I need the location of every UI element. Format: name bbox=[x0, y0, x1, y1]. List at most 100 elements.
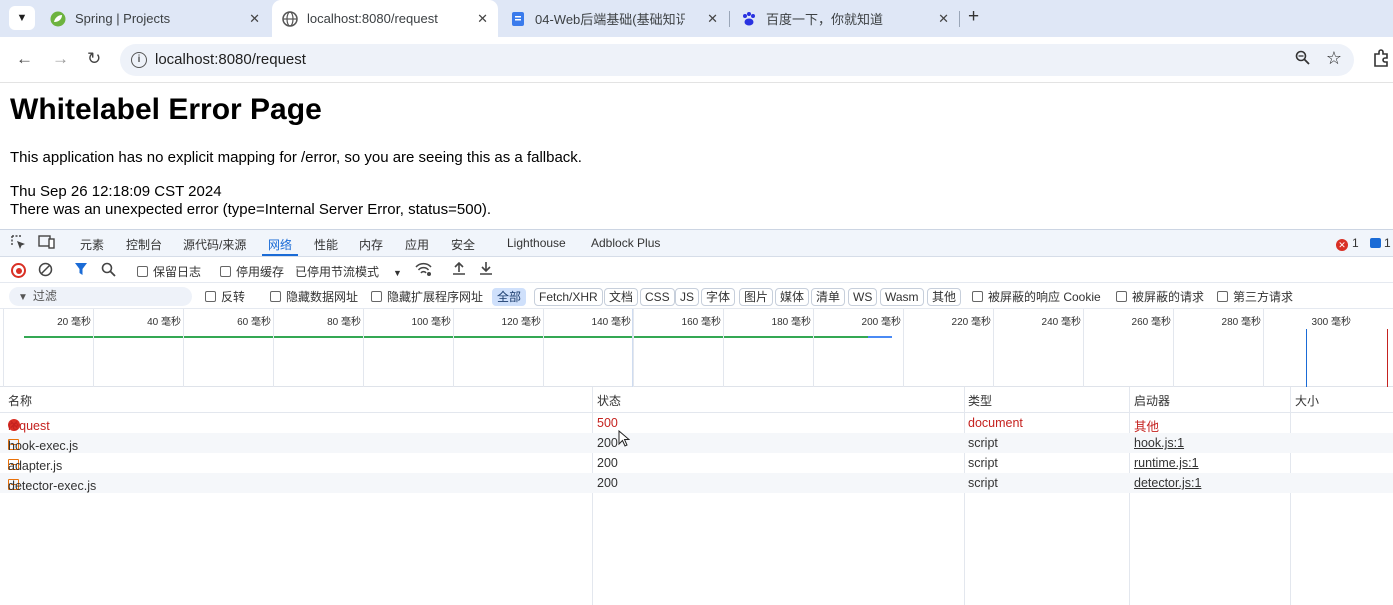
timeline-tick-label: 260 毫秒 bbox=[1131, 317, 1171, 328]
tab-search-button[interactable]: ▼ bbox=[9, 6, 35, 30]
initiator-link[interactable]: detector.js:1 bbox=[1134, 476, 1201, 490]
tab-title: Spring | Projects bbox=[75, 11, 171, 26]
column-header-name[interactable]: 名称 bbox=[8, 392, 32, 409]
console-error-count[interactable]: ✕ 1 bbox=[1336, 236, 1359, 251]
status-cell: 500 bbox=[597, 416, 618, 430]
filter-chip-ws[interactable]: WS bbox=[848, 288, 878, 306]
filter-chip-wasm[interactable]: Wasm bbox=[880, 288, 924, 306]
column-header-size[interactable]: 大小 bbox=[1295, 392, 1319, 409]
column-header-status[interactable]: 状态 bbox=[597, 392, 621, 409]
hide-data-urls-checkbox[interactable]: 隐藏数据网址 bbox=[270, 288, 358, 305]
filter-chip-fetch-xhr[interactable]: Fetch/XHR bbox=[534, 288, 603, 306]
preserve-log-checkbox[interactable]: 保留日志 bbox=[137, 263, 201, 280]
device-toolbar-icon[interactable] bbox=[38, 235, 55, 252]
throttling-value: 已停用节流模式 bbox=[295, 265, 380, 279]
filter-chip-other[interactable]: 其他 bbox=[927, 288, 962, 306]
filter-placeholder: 过滤 bbox=[32, 289, 57, 303]
devtools-tab-memory[interactable]: 内存 bbox=[359, 236, 383, 253]
devtools-tab-security[interactable]: 安全 bbox=[451, 236, 475, 253]
filter-chip-media[interactable]: 媒体 bbox=[775, 288, 810, 306]
disable-cache-checkbox[interactable]: 停用缓存 bbox=[220, 263, 284, 280]
filter-funnel-icon[interactable] bbox=[74, 262, 88, 279]
inspect-element-icon[interactable] bbox=[11, 235, 26, 253]
filter-chip-manifest[interactable]: 清单 bbox=[811, 288, 846, 306]
initiator-link[interactable]: runtime.js:1 bbox=[1134, 456, 1199, 470]
record-stop-icon[interactable] bbox=[11, 263, 26, 278]
devtools-tab-elements[interactable]: 元素 bbox=[80, 236, 104, 253]
network-timeline-overview[interactable]: 20 毫秒 40 毫秒 60 毫秒 80 毫秒 100 毫秒 120 毫秒 140 毫秒 16… bbox=[0, 309, 1393, 387]
baidu-paw-icon bbox=[741, 11, 757, 27]
console-message-count[interactable]: 1 bbox=[1370, 236, 1391, 250]
throttling-select[interactable]: 已停用节流模式 ▼ bbox=[295, 263, 402, 280]
devtools-tab-sources[interactable]: 源代码/来源 bbox=[183, 236, 246, 253]
filter-chip-all[interactable]: 全部 bbox=[492, 288, 527, 306]
request-name: adapter.js bbox=[8, 459, 63, 473]
close-icon[interactable]: ✕ bbox=[938, 11, 949, 27]
filter-chip-font[interactable]: 字体 bbox=[701, 288, 736, 306]
search-icon[interactable] bbox=[101, 262, 116, 280]
devtools-tab-performance[interactable]: 性能 bbox=[314, 236, 338, 253]
timeline-tick-label: 100 毫秒 bbox=[411, 317, 451, 328]
filter-chip-img[interactable]: 图片 bbox=[739, 288, 774, 306]
devtools-tab-console[interactable]: 控制台 bbox=[126, 236, 162, 253]
devtools-tab-network[interactable]: 网络 bbox=[268, 236, 292, 253]
table-row[interactable]: detector-exec.js 200 script detector.js:… bbox=[0, 473, 1393, 493]
table-row[interactable]: adapter.js 200 script runtime.js:1 bbox=[0, 453, 1393, 473]
filter-chip-js[interactable]: JS bbox=[675, 288, 700, 306]
reload-icon[interactable]: ↻ bbox=[87, 49, 101, 69]
close-icon[interactable]: ✕ bbox=[707, 11, 718, 27]
devtools-tab-lighthouse[interactable]: Lighthouse bbox=[507, 236, 566, 250]
third-party-checkbox[interactable]: 第三方请求 bbox=[1217, 288, 1293, 305]
tab-web-backend-doc[interactable]: 04-Web后端基础(基础知识) - ✕ bbox=[500, 0, 728, 37]
tab-title: 04-Web后端基础(基础知识) - bbox=[535, 12, 685, 27]
devtools-panel: 元素 控制台 源代码/来源 网络 性能 内存 应用 安全 Lighthouse … bbox=[0, 229, 1393, 605]
devtools-tab-adblock-plus[interactable]: Adblock Plus bbox=[591, 236, 660, 250]
column-header-type[interactable]: 类型 bbox=[968, 392, 992, 409]
hide-ext-urls-checkbox[interactable]: 隐藏扩展程序网址 bbox=[371, 288, 483, 305]
import-har-icon[interactable] bbox=[452, 261, 466, 279]
export-har-icon[interactable] bbox=[479, 261, 493, 279]
devtools-tab-application[interactable]: 应用 bbox=[405, 236, 429, 253]
close-icon[interactable]: ✕ bbox=[477, 11, 488, 27]
type-cell: script bbox=[968, 476, 998, 490]
filter-input[interactable]: ▼ 过滤 bbox=[9, 287, 192, 306]
disable-cache-label: 停用缓存 bbox=[236, 265, 285, 279]
url-text[interactable]: localhost:8080/request bbox=[155, 51, 306, 68]
blocked-cookies-checkbox[interactable]: 被屏蔽的响应 Cookie bbox=[972, 288, 1101, 305]
new-tab-button[interactable]: + bbox=[968, 6, 979, 28]
checkbox-box bbox=[205, 291, 216, 302]
forward-icon[interactable]: → bbox=[52, 49, 69, 69]
chevron-down-icon: ▼ bbox=[16, 12, 28, 24]
active-tab-indicator bbox=[262, 254, 298, 256]
error-count-value: 1 bbox=[1352, 236, 1359, 250]
network-conditions-icon[interactable] bbox=[415, 262, 432, 280]
type-cell: script bbox=[968, 436, 998, 450]
zoom-icon[interactable] bbox=[1295, 50, 1310, 69]
column-header-initiator[interactable]: 启动器 bbox=[1134, 392, 1170, 409]
tab-title: 百度一下，你就知道 bbox=[766, 12, 884, 27]
close-icon[interactable]: ✕ bbox=[249, 11, 260, 27]
table-row[interactable]: ✕ request 500 document 其他 bbox=[0, 413, 1393, 434]
initiator-link[interactable]: hook.js:1 bbox=[1134, 436, 1184, 450]
timeline-tick-label: 280 毫秒 bbox=[1221, 317, 1261, 328]
dropdown-caret-icon: ▼ bbox=[393, 268, 402, 278]
omnibox[interactable]: i localhost:8080/request ☆ bbox=[120, 44, 1354, 76]
table-row[interactable]: hook-exec.js 200 script hook.js:1 bbox=[0, 433, 1393, 453]
message-icon bbox=[1370, 238, 1381, 248]
site-info-icon[interactable]: i bbox=[131, 52, 147, 68]
tab-baidu[interactable]: 百度一下，你就知道 ✕ bbox=[731, 0, 959, 37]
request-name: request bbox=[8, 419, 50, 433]
tab-spring-projects[interactable]: Spring | Projects ✕ bbox=[40, 0, 270, 37]
hide-data-urls-label: 隐藏数据网址 bbox=[286, 290, 359, 304]
extensions-puzzle-icon[interactable] bbox=[1372, 49, 1390, 72]
filter-chip-css[interactable]: CSS bbox=[640, 288, 675, 306]
bookmark-star-icon[interactable]: ☆ bbox=[1326, 48, 1342, 69]
back-icon[interactable]: ← bbox=[16, 49, 33, 69]
filter-chip-doc[interactable]: 文档 bbox=[604, 288, 639, 306]
checkbox-box bbox=[1116, 291, 1127, 302]
invert-checkbox[interactable]: 反转 bbox=[205, 288, 245, 305]
tab-localhost-request[interactable]: localhost:8080/request ✕ bbox=[272, 0, 498, 37]
clear-icon[interactable] bbox=[38, 262, 53, 280]
blocked-requests-checkbox[interactable]: 被屏蔽的请求 bbox=[1116, 288, 1204, 305]
checkbox-box bbox=[1217, 291, 1228, 302]
